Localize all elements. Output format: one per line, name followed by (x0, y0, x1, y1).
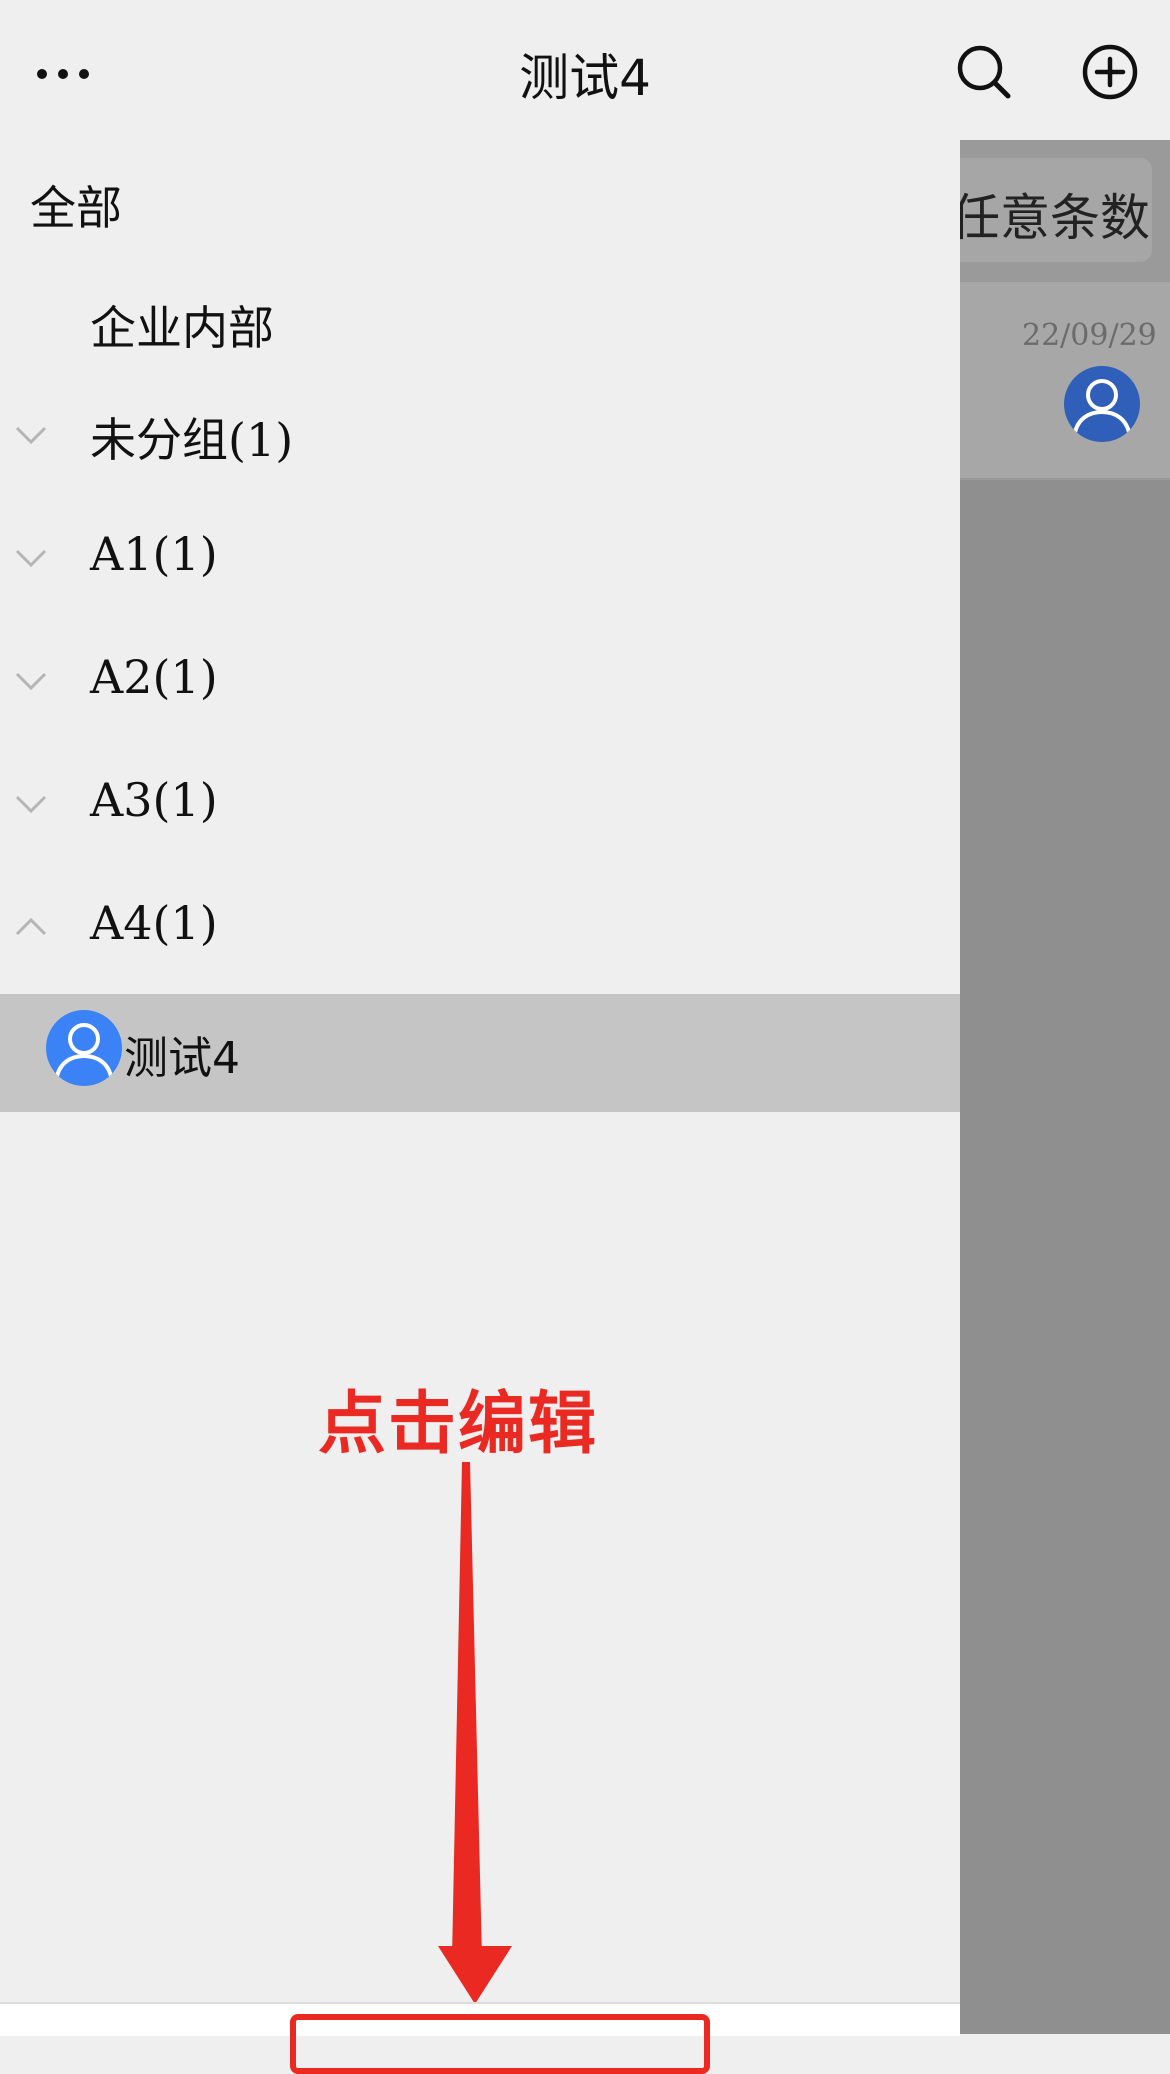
tree-group-label: A4(1) (90, 896, 218, 950)
tree-group-row[interactable]: A3(1) (0, 759, 960, 859)
tree-item-internal[interactable]: 企业内部 (90, 292, 274, 358)
chevron-down-icon (15, 672, 47, 691)
tree-group-row[interactable]: A2(1) (0, 636, 960, 736)
chevron-down-icon (15, 426, 47, 445)
background-tab-label: 任意条数 (950, 189, 1150, 247)
search-icon[interactable] (954, 42, 1014, 102)
chevron-down-icon (15, 549, 47, 568)
chevron-down-icon (15, 795, 47, 814)
add-circle-icon[interactable] (1080, 42, 1140, 102)
tree-group-row[interactable]: A4(1) (0, 882, 960, 982)
annotation-arrow-icon (438, 1462, 512, 2004)
chevron-up-icon (15, 917, 47, 936)
tree-root-all[interactable]: 全部 (30, 172, 122, 238)
tree-group-label: A1(1) (90, 527, 218, 581)
member-row-selected[interactable]: 测试4 (0, 994, 960, 1112)
tree-group-row[interactable]: 未分组(1) (0, 390, 960, 490)
avatar-icon (46, 1010, 122, 1086)
tree-group-label: A3(1) (90, 773, 218, 827)
member-name: 测试4 (124, 1033, 240, 1084)
edit-button-highlight[interactable] (290, 2014, 710, 2074)
avatar-icon (1064, 366, 1140, 442)
top-bar: 测试4 (0, 0, 1170, 140)
tree-group-label: 未分组(1) (90, 413, 294, 467)
annotation-label: 点击编辑 (318, 1385, 599, 1464)
tree-group-label: A2(1) (90, 650, 218, 704)
tree-group-row[interactable]: A1(1) (0, 513, 960, 613)
background-row-date: 22/09/29 (1022, 318, 1157, 353)
